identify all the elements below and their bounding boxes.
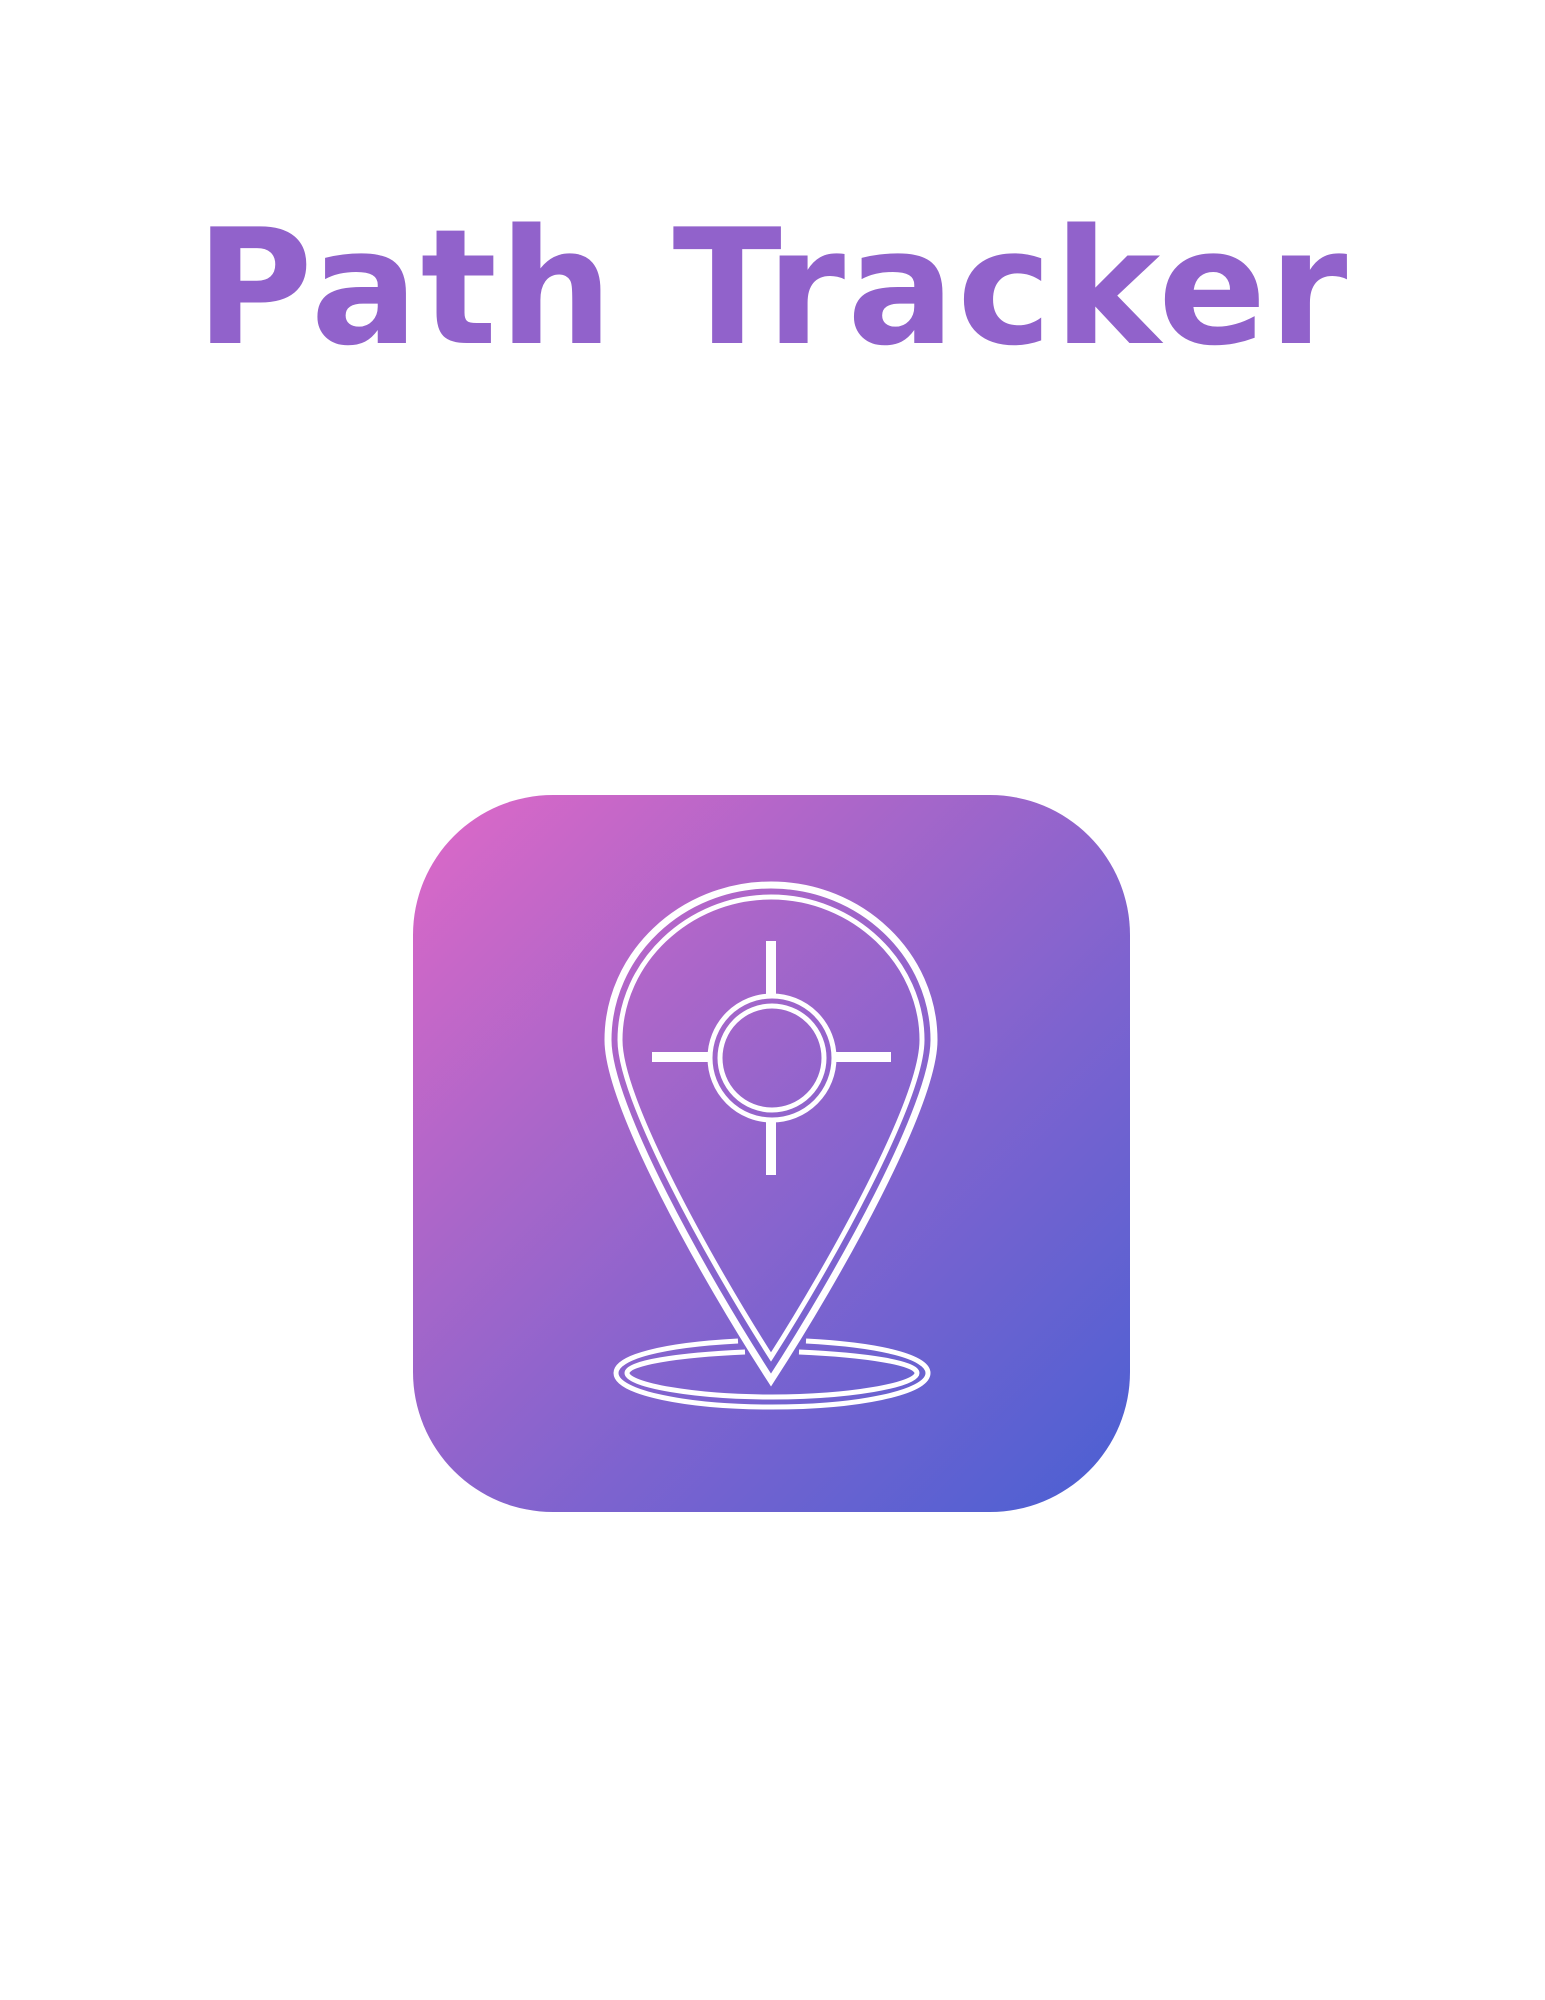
crosshair-ring-outer	[707, 993, 837, 1123]
crosshair-ring-inner	[717, 1003, 827, 1113]
app-title: Path Tracker	[195, 194, 1350, 381]
app-icon-tile	[413, 795, 1130, 1512]
location-target-pin-icon	[604, 881, 938, 1410]
